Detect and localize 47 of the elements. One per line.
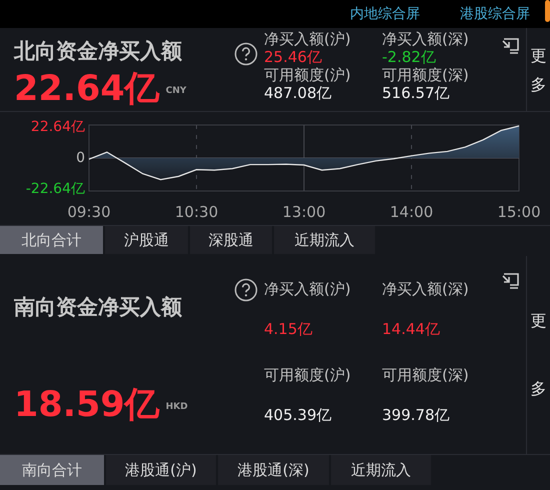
- tab[interactable]: 沪股通: [105, 226, 188, 254]
- stat-label: 可用额度(深): [382, 366, 470, 384]
- stat-label: 可用额度(沪): [264, 366, 352, 384]
- tab[interactable]: 近期流入: [331, 455, 431, 485]
- screen-link[interactable]: 内地综合屏: [350, 4, 420, 24]
- stat-value: -2.82亿: [382, 48, 437, 66]
- tab[interactable]: 北向合计: [0, 226, 103, 254]
- scrollbar-thumb[interactable]: [545, 0, 550, 22]
- axis-label: 14:00: [390, 203, 434, 221]
- axis-label: 0: [76, 150, 85, 166]
- more-button[interactable]: 更多: [530, 40, 546, 98]
- popout-icon[interactable]: [500, 37, 520, 55]
- tab[interactable]: 近期流入: [274, 226, 375, 254]
- tab[interactable]: 港股通(沪): [106, 455, 216, 485]
- help-icon[interactable]: [234, 278, 258, 302]
- net-inflow-value: 18.59亿: [14, 386, 160, 424]
- stat-value: 399.78亿: [382, 406, 450, 424]
- panel-title: 北向资金净买入额: [14, 38, 183, 64]
- axis-label: 22.64亿: [30, 119, 85, 135]
- stat-value: 4.15亿: [264, 320, 314, 338]
- stat-label: 净买入额(深): [382, 280, 470, 298]
- currency-label: HKD: [166, 400, 188, 414]
- stat-value: 25.46亿: [264, 48, 323, 66]
- tab[interactable]: 港股通(深): [218, 455, 329, 485]
- stat-value: 487.08亿: [264, 84, 332, 102]
- axis-label: -22.64亿: [26, 181, 85, 197]
- stat-label: 可用额度(深): [382, 66, 470, 84]
- screen-link[interactable]: 港股综合屏: [460, 4, 530, 24]
- currency-label: CNY: [166, 84, 186, 98]
- axis-label: 13:00: [282, 203, 326, 221]
- axis-label: 10:30: [174, 203, 218, 221]
- stat-value: 516.57亿: [382, 84, 450, 102]
- net-inflow-value: 22.64亿: [14, 70, 160, 108]
- stat-label: 净买入额(沪): [264, 30, 352, 48]
- tab[interactable]: 南向合计: [0, 455, 104, 485]
- stat-label: 可用额度(沪): [264, 66, 352, 84]
- stat-label: 净买入额(沪): [264, 280, 352, 298]
- stat-label: 净买入额(深): [382, 30, 470, 48]
- axis-label: 15:00: [497, 203, 541, 221]
- stat-value: 14.44亿: [382, 320, 441, 338]
- more-button[interactable]: 更多: [530, 287, 546, 423]
- popout-icon[interactable]: [500, 272, 520, 290]
- stat-value: 405.39亿: [264, 406, 332, 424]
- axis-label: 09:30: [67, 203, 111, 221]
- help-icon[interactable]: [234, 42, 258, 66]
- tab[interactable]: 深股通: [190, 226, 272, 254]
- panel-title: 南向资金净买入额: [14, 294, 183, 320]
